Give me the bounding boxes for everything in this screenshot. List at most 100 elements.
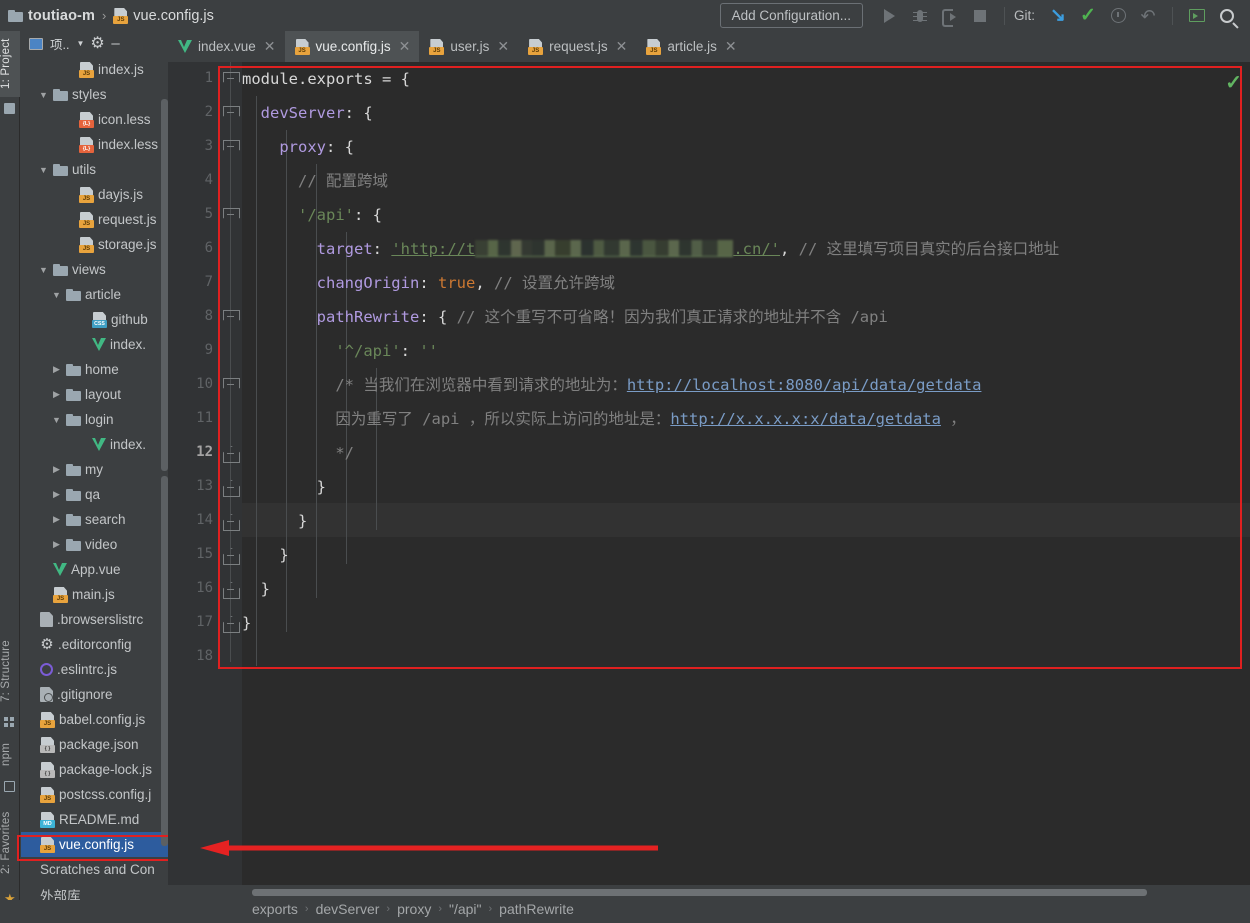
breadcrumb-item[interactable]: proxy <box>397 901 431 917</box>
sidebar-item-project[interactable]: 1: Project <box>0 31 20 97</box>
editor-hscrollbar-thumb[interactable] <box>252 889 1147 896</box>
breadcrumb-current-file[interactable]: vue.config.js <box>133 8 214 24</box>
fold-close-icon[interactable] <box>223 446 238 461</box>
project-view-label[interactable]: 项.. <box>50 34 69 53</box>
tree-item-search[interactable]: search <box>21 507 168 532</box>
chevron-down-icon[interactable] <box>38 90 49 100</box>
close-icon[interactable]: ✕ <box>399 38 411 55</box>
tree-item-scratches-and-con[interactable]: Scratches and Con <box>21 857 168 882</box>
chevron-down-icon[interactable] <box>38 165 49 175</box>
fold-close-icon[interactable] <box>223 582 238 597</box>
tree-item-vue-config-js[interactable]: vue.config.js <box>21 832 168 857</box>
breadcrumb-item[interactable]: pathRewrite <box>499 901 574 917</box>
tree-item--eslintrc-js[interactable]: .eslintrc.js <box>21 657 168 682</box>
fold-open-icon[interactable] <box>223 72 238 87</box>
sidebar-item-structure[interactable]: 7: Structure <box>0 631 20 711</box>
tree-item-article[interactable]: article <box>21 282 168 307</box>
tree-item-views[interactable]: views <box>21 257 168 282</box>
terminal-button[interactable] <box>1182 3 1212 29</box>
tree-item-index-js[interactable]: index.js <box>21 57 168 82</box>
git-update-button[interactable]: ↘ <box>1043 3 1073 29</box>
chevron-right-icon[interactable] <box>51 514 62 525</box>
tree-item-qa[interactable]: qa <box>21 482 168 507</box>
tree-item-storage-js[interactable]: storage.js <box>21 232 168 257</box>
tree-item-package-lock-js[interactable]: package-lock.js <box>21 757 168 782</box>
tree-item-video[interactable]: video <box>21 532 168 557</box>
minimize-icon[interactable]: – <box>111 36 119 51</box>
chevron-right-icon[interactable] <box>51 539 62 550</box>
structure-breadcrumb[interactable]: exports › devServer › proxy › "/api" › pathRewri… <box>252 901 574 917</box>
fold-open-icon[interactable] <box>223 378 238 393</box>
tree-item-styles[interactable]: styles <box>21 82 168 107</box>
project-file-tree[interactable]: index.js styles icon.less index.lessutilsda… <box>21 57 168 923</box>
close-icon[interactable]: ✕ <box>497 38 509 55</box>
tree-item-package-json[interactable]: package.json <box>21 732 168 757</box>
chevron-down-icon[interactable] <box>38 265 49 275</box>
add-configuration-button[interactable]: Add Configuration... <box>719 3 863 28</box>
fold-close-icon[interactable] <box>223 616 238 631</box>
tree-item-layout[interactable]: layout <box>21 382 168 407</box>
search-everywhere-button[interactable] <box>1212 3 1242 29</box>
sidebar-item-npm[interactable]: npm <box>0 735 20 775</box>
tree-item-utils[interactable]: utils <box>21 157 168 182</box>
tree-item-babel-config-js[interactable]: babel.config.js <box>21 707 168 732</box>
fold-open-icon[interactable] <box>223 208 238 223</box>
tree-item-github[interactable]: github <box>21 307 168 332</box>
git-rollback-button[interactable]: ↶ <box>1133 3 1163 29</box>
fold-close-icon[interactable] <box>223 514 238 529</box>
chevron-right-icon[interactable] <box>51 364 62 375</box>
chevron-right-icon[interactable] <box>51 389 62 400</box>
code-content[interactable]: module.exports = { devServer: { proxy: {… <box>242 62 1250 885</box>
inspection-status-icon[interactable]: ✓ <box>1225 70 1242 95</box>
close-icon[interactable]: ✕ <box>264 38 276 55</box>
tab-index-vue[interactable]: index.vue ✕ <box>168 31 285 62</box>
tree-item-main-js[interactable]: main.js <box>21 582 168 607</box>
code-folding-gutter[interactable] <box>220 62 242 885</box>
tree-item-my[interactable]: my <box>21 457 168 482</box>
git-commit-button[interactable]: ✓ <box>1073 3 1103 29</box>
fold-open-icon[interactable] <box>223 310 238 325</box>
attach-debugger-button[interactable] <box>935 3 965 29</box>
chevron-down-icon[interactable] <box>51 290 62 300</box>
tree-item-index-[interactable]: index. <box>21 432 168 457</box>
fold-open-icon[interactable] <box>223 140 238 155</box>
tree-item-request-js[interactable]: request.js <box>21 207 168 232</box>
tree-item-postcss-config-j[interactable]: postcss.config.j <box>21 782 168 807</box>
tree-item--editorconfig[interactable]: ⚙ .editorconfig <box>21 632 168 657</box>
chevron-right-icon[interactable] <box>51 464 62 475</box>
run-button[interactable] <box>875 3 905 29</box>
tree-item-app-vue[interactable]: App.vue <box>21 557 168 582</box>
breadcrumb-item[interactable]: devServer <box>316 901 380 917</box>
tab-vue-config-js[interactable]: vue.config.js ✕ <box>284 31 420 62</box>
stop-button[interactable] <box>965 3 995 29</box>
tree-item--browserslistrc[interactable]: .browserslistrc <box>21 607 168 632</box>
fold-close-icon[interactable] <box>223 548 238 563</box>
breadcrumb-item[interactable]: exports <box>252 901 298 917</box>
chevron-right-icon[interactable] <box>51 489 62 500</box>
chevron-down-icon[interactable] <box>51 415 62 425</box>
chevron-down-icon[interactable]: ▼ <box>76 39 84 48</box>
tree-scrollbar[interactable] <box>161 99 168 471</box>
tree-item-readme-md[interactable]: README.md <box>21 807 168 832</box>
sidebar-item-favorites[interactable]: 2: Favorites <box>0 801 20 885</box>
tab-request-js[interactable]: request.js ✕ <box>518 31 636 62</box>
git-history-button[interactable] <box>1103 3 1133 29</box>
close-icon[interactable]: ✕ <box>725 38 737 55</box>
gear-icon[interactable] <box>90 33 104 53</box>
tree-item-index-less[interactable]: index.less <box>21 132 168 157</box>
close-icon[interactable]: ✕ <box>616 38 628 55</box>
tab-user-js[interactable]: user.js ✕ <box>419 31 518 62</box>
tree-scrollbar-lower[interactable] <box>161 476 168 846</box>
breadcrumb-item[interactable]: "/api" <box>449 901 482 917</box>
project-name[interactable]: toutiao-m <box>28 8 95 24</box>
tree-item-home[interactable]: home <box>21 357 168 382</box>
fold-close-icon[interactable] <box>223 480 238 495</box>
tree-item-index-[interactable]: index. <box>21 332 168 357</box>
tree-item-dayjs-js[interactable]: dayjs.js <box>21 182 168 207</box>
tree-item-login[interactable]: login <box>21 407 168 432</box>
code-editor[interactable]: 1 2 3 4 5 6 7 8 9 10 11 12 13 14 15 16 17 18 module.expor… <box>168 62 1250 885</box>
tree-item-icon-less[interactable]: icon.less <box>21 107 168 132</box>
tree-item--gitignore[interactable]: .gitignore <box>21 682 168 707</box>
fold-open-icon[interactable] <box>223 106 238 121</box>
tab-article-js[interactable]: article.js ✕ <box>636 31 745 62</box>
